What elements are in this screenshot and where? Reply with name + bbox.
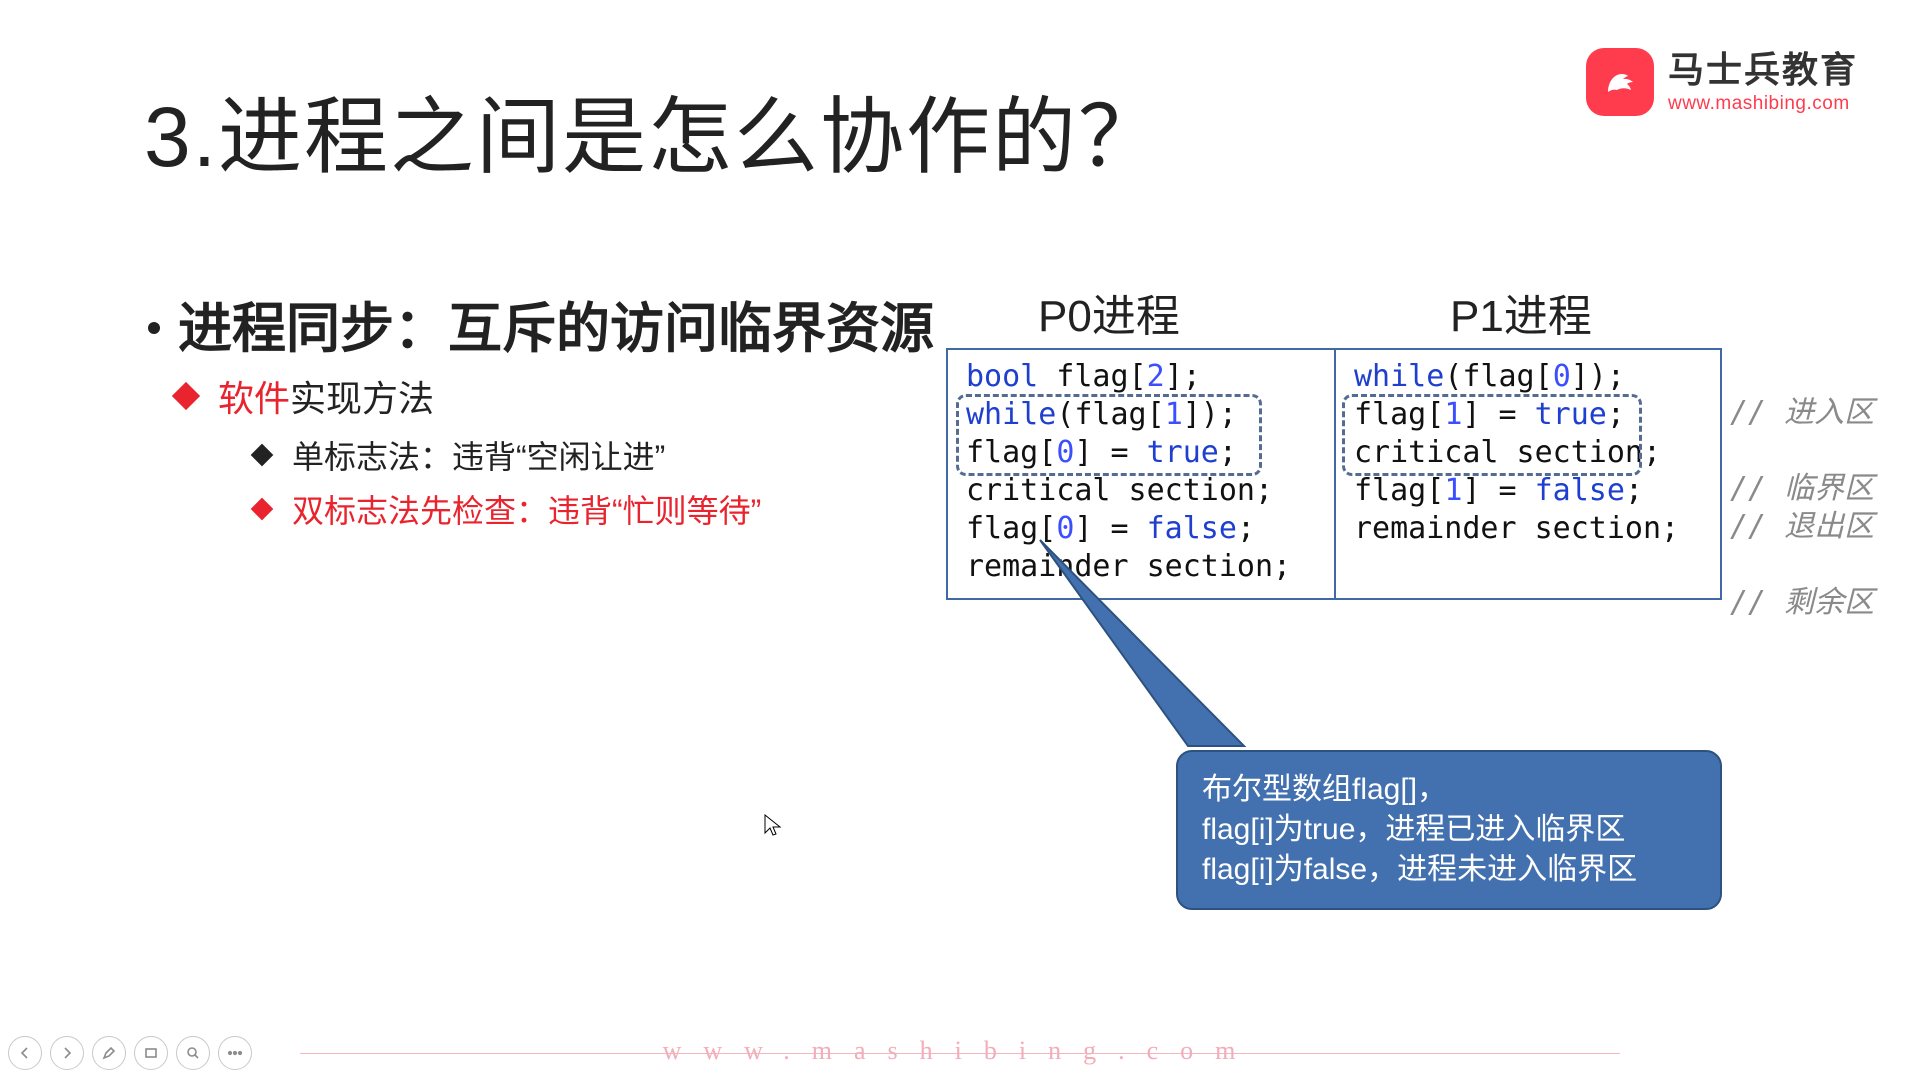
code-col-p0: bool flag[2]; while(flag[1]); flag[0] = … xyxy=(948,350,1334,598)
pen-button[interactable] xyxy=(92,1036,126,1070)
bullet-dot-icon xyxy=(148,322,160,334)
slide: 马士兵教育 www.mashibing.com 3.进程之间是怎么协作的？ 进程… xyxy=(0,0,1920,1080)
code-col-p1: while(flag[0]); flag[1] = true; critical… xyxy=(1334,350,1720,598)
diamond-icon xyxy=(251,444,274,467)
code-comments: // 进入区 // 临界区 // 退出区 // 剩余区 xyxy=(1730,356,1874,622)
slides-button[interactable] xyxy=(134,1036,168,1070)
callout-line2: flag[i]为true，进程已进入临界区 xyxy=(1202,810,1696,850)
brand-logo: 马士兵教育 www.mashibing.com xyxy=(1586,48,1858,116)
logo-mark-icon xyxy=(1586,48,1654,116)
logo-text: 马士兵教育 www.mashibing.com xyxy=(1668,52,1858,113)
slideshow-toolbar xyxy=(8,1036,252,1070)
callout-box: 布尔型数组flag[]， flag[i]为true，进程已进入临界区 flag[… xyxy=(1176,750,1722,910)
slide-subtitle: 进程同步：互斥的访问临界资源 xyxy=(148,284,934,363)
kw: bool xyxy=(966,359,1038,394)
cursor-icon xyxy=(764,814,782,844)
logo-name: 马士兵教育 xyxy=(1668,52,1858,88)
proc1-header: P1进程 xyxy=(1450,280,1592,344)
code-table: bool flag[2]; while(flag[1]); flag[0] = … xyxy=(946,348,1722,600)
prev-button[interactable] xyxy=(8,1036,42,1070)
bullet-level2-1: 单标志法：违背“空闲让进” xyxy=(254,432,665,478)
logo-url: www.mashibing.com xyxy=(1668,94,1858,113)
bullet-level2-2: 双标志法先检查：违背“忙则等待” xyxy=(254,486,761,532)
subtitle-text: 进程同步：互斥的访问临界资源 xyxy=(178,284,934,363)
footer-url: www.mashibing.com xyxy=(0,1036,1920,1066)
diamond-icon xyxy=(251,498,274,521)
bullet-level1: 软件实现方法 xyxy=(176,370,434,422)
slide-title: 3.进程之间是怎么协作的？ xyxy=(144,70,1164,191)
bullet1-rest: 实现方法 xyxy=(290,370,434,422)
proc0-header: P0进程 xyxy=(1038,280,1180,344)
bullet3-text: 双标志法先检查：违背“忙则等待” xyxy=(292,486,761,532)
diamond-icon xyxy=(172,382,200,410)
zoom-button[interactable] xyxy=(176,1036,210,1070)
callout-line3: flag[i]为false，进程未进入临界区 xyxy=(1202,850,1696,890)
more-button[interactable] xyxy=(218,1036,252,1070)
bullet2-text: 单标志法：违背“空闲让进” xyxy=(292,432,665,478)
callout-line1: 布尔型数组flag[]， xyxy=(1202,770,1696,810)
bullet1-red: 软件 xyxy=(218,370,290,422)
next-button[interactable] xyxy=(50,1036,84,1070)
